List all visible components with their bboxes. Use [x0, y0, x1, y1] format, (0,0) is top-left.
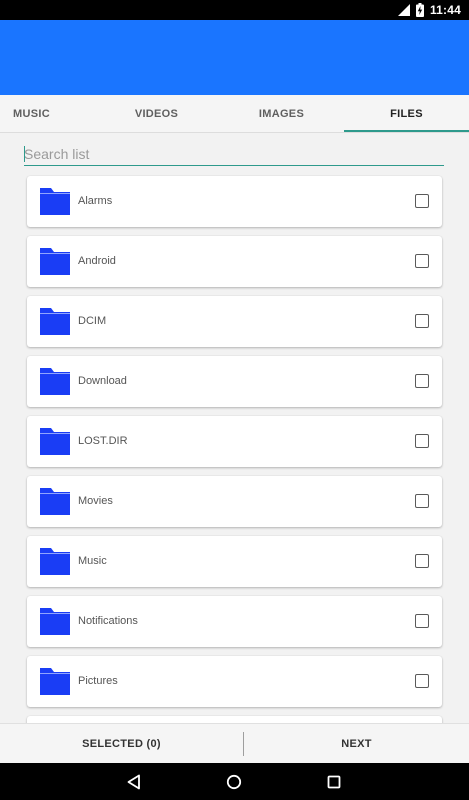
checkbox[interactable] — [415, 194, 429, 208]
folder-icon — [40, 488, 70, 515]
checkbox[interactable] — [415, 434, 429, 448]
tab-files[interactable]: FILES — [344, 95, 469, 133]
checkbox[interactable] — [415, 674, 429, 688]
list-item[interactable]: Android — [27, 236, 442, 287]
battery-charging-icon — [415, 3, 424, 17]
list-item-label: Android — [78, 255, 116, 267]
list-item-label: Movies — [78, 495, 113, 507]
status-bar: 11:44 — [0, 0, 469, 20]
text-cursor — [24, 146, 25, 162]
list-item[interactable]: Movies — [27, 476, 442, 527]
active-tab-indicator — [344, 130, 469, 132]
status-icons: 11:44 — [397, 2, 461, 18]
folder-icon — [40, 188, 70, 215]
tab-videos[interactable]: VIDEOS — [94, 95, 219, 133]
signal-icon — [397, 4, 410, 16]
checkbox[interactable] — [415, 374, 429, 388]
selected-button[interactable]: SELECTED (0) — [0, 724, 243, 764]
app-bar — [0, 20, 469, 95]
folder-icon — [40, 668, 70, 695]
checkbox[interactable] — [415, 314, 429, 328]
folder-icon — [40, 368, 70, 395]
status-time: 11:44 — [429, 3, 461, 17]
bottom-action-bar: SELECTED (0) NEXT — [0, 723, 469, 763]
recents-button[interactable] — [324, 772, 344, 792]
search-input[interactable] — [24, 143, 444, 165]
folder-icon — [40, 548, 70, 575]
tab-bar: MUSIC VIDEOS IMAGES FILES — [0, 95, 469, 133]
list-item[interactable]: Alarms — [27, 176, 442, 227]
list-item[interactable] — [27, 716, 442, 723]
recents-icon — [327, 775, 341, 789]
checkbox[interactable] — [415, 554, 429, 568]
list-item-label: Notifications — [78, 615, 138, 627]
list-item[interactable]: Download — [27, 356, 442, 407]
system-nav-bar — [0, 763, 469, 800]
back-icon — [127, 774, 140, 790]
back-button[interactable] — [124, 772, 144, 792]
home-button[interactable] — [224, 772, 244, 792]
home-icon — [226, 774, 242, 790]
folder-icon — [40, 608, 70, 635]
list-item-label: DCIM — [78, 315, 107, 327]
next-button[interactable]: NEXT — [244, 724, 469, 764]
list-item[interactable]: Music — [27, 536, 442, 587]
folder-icon — [40, 428, 70, 455]
tab-images[interactable]: IMAGES — [219, 95, 344, 133]
list-item-label: Download — [78, 375, 127, 387]
list-item-label: Alarms — [78, 195, 113, 207]
list-item-label: Pictures — [78, 675, 118, 687]
checkbox[interactable] — [415, 494, 429, 508]
list-item-label: Music — [78, 555, 107, 567]
list-item[interactable]: LOST.DIR — [27, 416, 442, 467]
search-field[interactable] — [24, 143, 444, 166]
checkbox[interactable] — [415, 254, 429, 268]
checkbox[interactable] — [415, 614, 429, 628]
tab-music[interactable]: MUSIC — [0, 95, 63, 133]
file-list[interactable]: Alarms Android DCIM Download LOST.DIR Mo… — [0, 175, 469, 723]
list-item-label: LOST.DIR — [78, 435, 128, 447]
folder-icon — [40, 308, 70, 335]
list-item[interactable]: Notifications — [27, 596, 442, 647]
list-item[interactable]: DCIM — [27, 296, 442, 347]
folder-icon — [40, 248, 70, 275]
list-item[interactable]: Pictures — [27, 656, 442, 707]
